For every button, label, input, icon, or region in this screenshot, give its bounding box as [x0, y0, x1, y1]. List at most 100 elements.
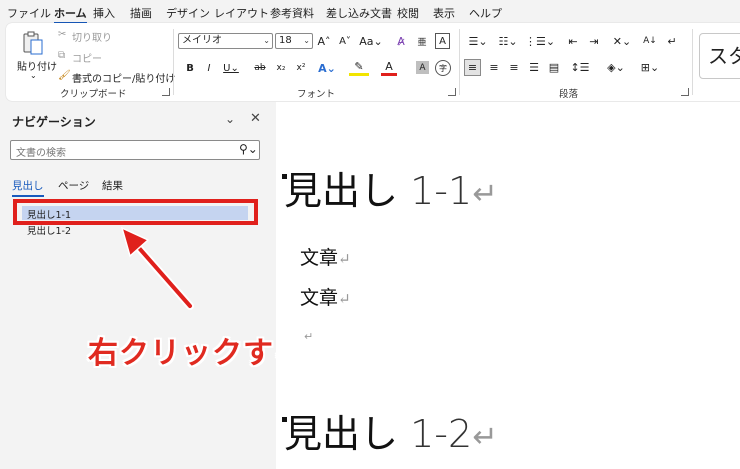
tab-draw[interactable]: 描画: [130, 5, 152, 21]
navigation-pane: ナビゲーション ⌄ ✕ 文書の検索 ⚲⌄ 見出し ページ 結果 見出し1-1 見…: [0, 102, 304, 469]
character-shading-icon[interactable]: A: [416, 61, 429, 74]
heading-text: 見出し: [284, 169, 399, 213]
tab-mailings[interactable]: 差し込み文書: [326, 5, 392, 21]
strikethrough-icon[interactable]: ab: [252, 60, 268, 76]
search-input[interactable]: 文書の検索 ⚲⌄: [10, 140, 260, 160]
copy-button[interactable]: コピー: [72, 50, 102, 65]
tab-design[interactable]: デザイン: [166, 5, 210, 21]
style-gallery[interactable]: スタ: [699, 33, 740, 79]
asian-layout-icon[interactable]: ✕⌄: [611, 33, 633, 49]
document-heading[interactable]: 見出し 1-1↵: [282, 160, 498, 215]
font-color-icon[interactable]: A: [381, 60, 397, 76]
ribbon: 貼り付け ⌄ ✂ 切り取り ⧉ コピー 🖌 書式のコピー/貼り付け クリップボー…: [6, 23, 740, 101]
heading-bullet-icon: [282, 174, 287, 179]
grow-font-icon[interactable]: A˄: [317, 33, 331, 49]
document-heading[interactable]: 見出し 1-2↵: [282, 403, 498, 458]
nav-title: ナビゲーション: [12, 115, 96, 129]
document-paragraph[interactable]: 文章↵: [300, 243, 351, 270]
tab-insert[interactable]: 挿入: [93, 5, 115, 21]
tab-pages[interactable]: ページ: [58, 178, 89, 193]
shading-icon[interactable]: ◈⌄: [604, 59, 628, 76]
multilevel-list-icon[interactable]: ⋮☰⌄: [525, 33, 555, 49]
line-spacing-icon[interactable]: ↕☰: [569, 59, 591, 76]
paragraph-text: 文章: [300, 287, 339, 309]
tab-file[interactable]: ファイル: [7, 5, 51, 21]
underline-icon[interactable]: U⌄: [222, 60, 240, 76]
align-right-icon[interactable]: ≡: [507, 59, 521, 76]
distributed-icon[interactable]: ▤: [547, 59, 561, 76]
change-case-icon[interactable]: Aa⌄: [359, 33, 382, 49]
paragraph-mark-icon: ↵: [472, 420, 498, 455]
nav-heading-label: 見出し1-2: [27, 226, 72, 237]
close-icon[interactable]: ✕: [250, 111, 261, 126]
borders-icon[interactable]: ⊞⌄: [638, 59, 662, 76]
enclose-character-icon[interactable]: 字: [435, 60, 451, 76]
chevron-down-icon[interactable]: ⌄: [225, 112, 235, 126]
character-border-icon[interactable]: A: [435, 33, 450, 49]
tab-results[interactable]: 結果: [102, 178, 123, 193]
paragraph-mark-icon: ↵: [338, 250, 351, 268]
ribbon-tab-bar: ファイル ホーム 挿入 描画 デザイン レイアウト 参考資料 差し込み文書 校閲…: [0, 0, 740, 24]
clear-format-icon[interactable]: A̷: [394, 33, 408, 49]
cut-icon[interactable]: ✂: [58, 29, 66, 40]
cut-button[interactable]: 切り取り: [72, 29, 112, 44]
style-preview: スタ: [708, 44, 740, 68]
paragraph-mark-icon: ↵: [472, 177, 498, 212]
format-painter-button[interactable]: 書式のコピー/貼り付け: [72, 70, 175, 85]
clipboard-group-label: クリップボード: [60, 89, 127, 100]
font-size-select[interactable]: 18 ⌄: [275, 33, 313, 49]
show-marks-icon[interactable]: ↵: [665, 33, 679, 49]
tab-layout[interactable]: レイアウト: [214, 5, 269, 21]
format-painter-icon[interactable]: 🖌: [58, 70, 71, 81]
sort-icon[interactable]: A↓: [643, 33, 657, 49]
increase-indent-icon[interactable]: ⇥: [587, 33, 601, 49]
search-placeholder: 文書の検索: [16, 148, 66, 159]
paragraph-group-label: 段落: [559, 89, 579, 100]
paragraph-text: 文章: [300, 247, 339, 269]
nav-heading-item[interactable]: 見出し1-2: [27, 223, 71, 237]
paragraph-mark-icon: ↵: [338, 290, 351, 308]
clipboard-launcher-icon[interactable]: [162, 88, 170, 96]
highlight-box: [13, 199, 258, 225]
subscript-icon[interactable]: x₂: [274, 60, 288, 76]
paste-icon[interactable]: [20, 29, 46, 57]
justify-icon[interactable]: ☰: [527, 59, 541, 76]
bullets-icon[interactable]: ☰⌄: [467, 33, 489, 49]
document-page[interactable]: 見出し 1-1↵ 文章↵ 文章↵ ↵ 見出し 1-2↵: [276, 102, 740, 469]
paragraph-launcher-icon[interactable]: [681, 88, 689, 96]
text-effects-icon[interactable]: A⌄: [318, 60, 336, 76]
annotation-callout: 右クリックする: [88, 336, 305, 371]
shrink-font-icon[interactable]: A˅: [338, 33, 352, 49]
paste-button[interactable]: 貼り付け: [17, 58, 57, 73]
font-launcher-icon[interactable]: [448, 88, 456, 96]
chevron-down-icon: ⌄: [263, 36, 270, 45]
heading-bullet-icon: [282, 417, 287, 422]
search-icon[interactable]: ⚲⌄: [239, 142, 258, 156]
highlight-color-icon[interactable]: ✎: [349, 60, 369, 76]
tab-view[interactable]: 表示: [433, 5, 455, 21]
heading-number: 1-1: [410, 169, 473, 213]
tab-review[interactable]: 校閲: [397, 5, 419, 21]
font-family-value: メイリオ: [182, 35, 222, 46]
font-size-value: 18: [279, 35, 292, 46]
italic-icon[interactable]: I: [203, 60, 215, 76]
tab-headings[interactable]: 見出し: [12, 178, 44, 197]
phonetic-guide-icon[interactable]: 亜: [415, 33, 429, 49]
tab-home[interactable]: ホーム: [54, 5, 87, 24]
tab-references[interactable]: 参考資料: [270, 5, 314, 21]
bold-icon[interactable]: B: [184, 60, 196, 76]
superscript-icon[interactable]: x²: [294, 60, 308, 76]
tab-help[interactable]: ヘルプ: [469, 5, 502, 21]
annotation-arrow-icon: [120, 226, 194, 310]
paste-dropdown-icon[interactable]: ⌄: [30, 71, 37, 80]
group-divider: [459, 29, 460, 95]
align-center-icon[interactable]: ≡: [487, 59, 501, 76]
group-divider: [173, 29, 174, 95]
document-paragraph[interactable]: 文章↵: [300, 283, 351, 310]
font-family-select[interactable]: メイリオ ⌄: [178, 33, 273, 49]
numbering-icon[interactable]: ☷⌄: [497, 33, 519, 49]
paragraph-mark-icon: ↵: [304, 330, 314, 343]
align-left-icon[interactable]: ≡: [464, 59, 481, 76]
decrease-indent-icon[interactable]: ⇤: [566, 33, 580, 49]
copy-icon[interactable]: ⧉: [58, 50, 65, 61]
